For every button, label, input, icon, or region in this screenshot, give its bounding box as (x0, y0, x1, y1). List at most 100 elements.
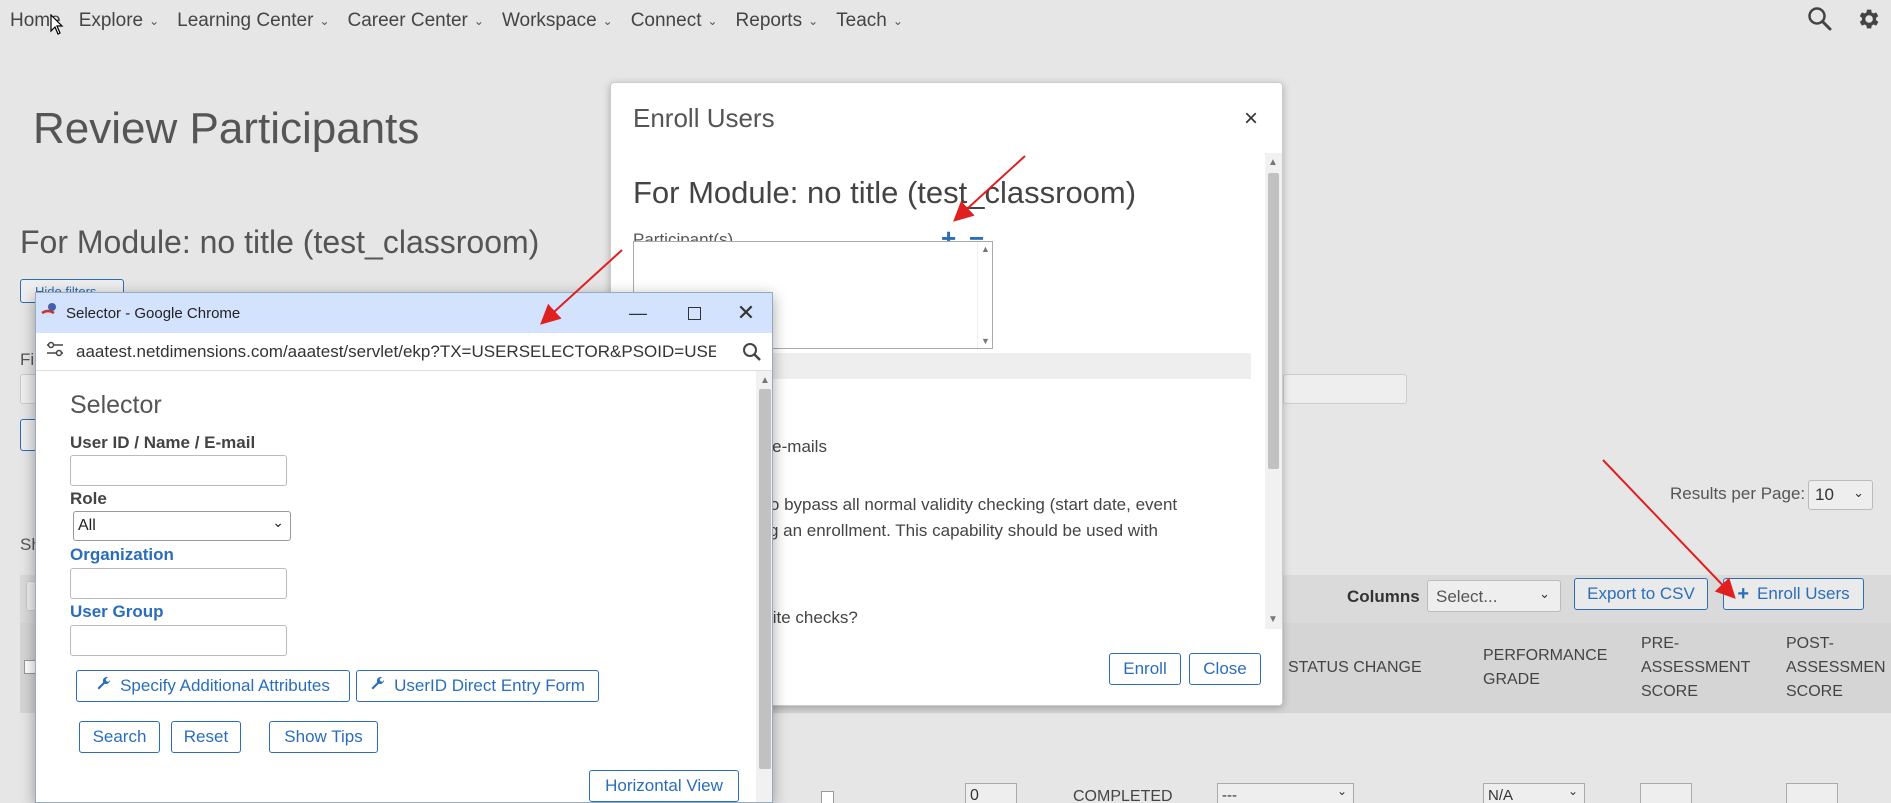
columns-select-value: Select... (1436, 587, 1498, 606)
chevron-down-icon: ⌄ (1567, 784, 1578, 798)
userid-label: User ID / Name / E-mail (70, 433, 256, 452)
row-status-select-value: --- (1222, 787, 1237, 803)
results-per-page-select[interactable]: 10 ⌄ (1808, 480, 1873, 510)
th-performance-grade[interactable]: PERFORMANCE GRADE (1483, 644, 1607, 692)
user-group-input[interactable] (70, 625, 287, 656)
scroll-up-icon[interactable]: ▲ (1268, 157, 1278, 168)
direct-entry-button[interactable]: UserID Direct Entry Form (356, 670, 599, 702)
nav-connect[interactable]: Connect ⌄ (631, 10, 718, 32)
nav-workspace[interactable]: Workspace ⌄ (502, 10, 613, 32)
bypass-text-line2: ting an enrollment. This capability shou… (751, 521, 1158, 540)
nav-explore[interactable]: Explore ⌄ (79, 10, 159, 32)
rpp-value: 10 (1815, 485, 1834, 504)
minimize-icon[interactable]: — (610, 293, 666, 333)
show-tips-button[interactable]: Show Tips (269, 721, 378, 753)
chevron-down-icon: ⌄ (473, 14, 484, 28)
nav-career-center[interactable]: Career Center ⌄ (348, 10, 484, 32)
organization-link[interactable]: Organization (70, 545, 174, 565)
nav-teach[interactable]: Teach ⌄ (836, 10, 903, 32)
export-csv-label: Export to CSV (1587, 584, 1695, 603)
popup-window-title: Selector - Google Chrome (66, 304, 241, 322)
enroll-users-label: Enroll Users (1757, 584, 1850, 603)
popup-scroll-thumb[interactable] (759, 389, 771, 769)
page-subtitle: For Module: no title (test_classroom) (20, 224, 540, 260)
reset-button-label: Reset (183, 727, 229, 746)
plus-icon: + (1737, 582, 1750, 605)
popup-scrollbar[interactable]: ▲ (756, 371, 772, 802)
popup-url-text[interactable]: aaatest.netdimensions.com/aaatest/servle… (76, 342, 716, 362)
scroll-down-icon[interactable]: ▼ (981, 336, 990, 346)
row-post-score-input[interactable] (1786, 783, 1838, 803)
nav-learning-center[interactable]: Learning Center ⌄ (177, 10, 329, 32)
horizontal-view-label: Horizontal View (605, 776, 723, 795)
maximize-icon[interactable] (666, 293, 722, 333)
nav-reports[interactable]: Reports ⌄ (736, 10, 819, 32)
filter-label-fragment: Fi (20, 350, 35, 369)
enroll-users-button[interactable]: + Enroll Users (1723, 578, 1864, 610)
th-pre-line3: SCORE (1641, 683, 1698, 700)
columns-select[interactable]: Select... ⌄ (1427, 580, 1561, 612)
th-status-change[interactable]: STATUS CHANGE (1288, 656, 1422, 680)
role-select[interactable]: All ⌄ (73, 511, 291, 541)
site-settings-icon[interactable] (46, 341, 64, 362)
popup-url-bar[interactable]: aaatest.netdimensions.com/aaatest/servle… (36, 333, 772, 371)
role-label: Role (70, 489, 107, 508)
modal-title: Enroll Users (633, 103, 775, 133)
row-num-value: 0 (970, 787, 979, 803)
chevron-down-icon: ⌄ (602, 14, 613, 28)
enroll-button[interactable]: Enroll (1109, 653, 1181, 685)
row-checkbox[interactable] (821, 791, 834, 803)
horizontal-view-button[interactable]: Horizontal View (589, 770, 739, 802)
chevron-down-icon: ⌄ (1853, 485, 1864, 500)
chrome-logo-icon (40, 301, 60, 326)
nav-learning-center-label: Learning Center (177, 10, 314, 31)
search-button[interactable]: Search (79, 721, 160, 753)
popup-titlebar[interactable]: Selector - Google Chrome — ✕ (36, 293, 772, 333)
organization-input[interactable] (70, 568, 287, 599)
chevron-down-icon: ⌄ (892, 14, 903, 28)
th-post-assessment[interactable]: POST- ASSESSMEN SCORE (1786, 632, 1891, 704)
top-nav: Home Explore ⌄ Learning Center ⌄ Career Ce… (0, 0, 1891, 42)
chevron-down-icon: ⌄ (319, 14, 330, 28)
modal-scroll-thumb[interactable] (1268, 173, 1279, 469)
role-select-value: All (78, 517, 96, 534)
selector-heading: Selector (70, 391, 162, 419)
chevron-down-icon: ⌄ (272, 514, 284, 530)
chevron-down-icon: ⌄ (808, 14, 819, 28)
direct-entry-label: UserID Direct Entry Form (394, 676, 585, 695)
scroll-down-icon[interactable]: ▼ (1268, 614, 1278, 625)
th-post-line3: SCORE (1786, 683, 1843, 700)
listbox-scrollbar[interactable]: ▲ ▼ (977, 242, 992, 348)
th-pre-assessment[interactable]: PRE- ASSESSMENT SCORE (1641, 632, 1750, 704)
close-icon[interactable]: ✕ (718, 293, 772, 333)
close-button[interactable]: Close (1189, 653, 1261, 685)
user-group-link[interactable]: User Group (70, 602, 164, 622)
close-icon[interactable]: × (1244, 105, 1258, 133)
row-status: COMPLETED (1073, 788, 1173, 803)
specify-attributes-button[interactable]: Specify Additional Attributes (76, 670, 350, 702)
nav-career-center-label: Career Center (347, 10, 468, 31)
export-csv-button[interactable]: Export to CSV (1574, 578, 1708, 610)
zoom-icon[interactable] (742, 342, 762, 367)
search-button-label: Search (92, 727, 147, 746)
chevron-down-icon: ⌄ (149, 14, 160, 28)
filter-input-right[interactable] (1283, 374, 1407, 404)
reset-button[interactable]: Reset (171, 721, 241, 753)
row-num-input[interactable]: 0 (965, 783, 1017, 803)
wrench-icon (96, 676, 112, 697)
enroll-button-label: Enroll (1123, 659, 1167, 678)
results-per-page-label: Results per Page: (1670, 484, 1806, 503)
row-status-select[interactable]: --- ⌄ (1217, 783, 1354, 803)
userid-input[interactable] (70, 455, 287, 486)
modal-scrollbar[interactable]: ▲ ▼ (1265, 153, 1282, 629)
row-pre-score-input[interactable] (1640, 783, 1692, 803)
scroll-up-icon[interactable]: ▲ (760, 375, 770, 386)
row-grade-select[interactable]: N/A ⌄ (1483, 783, 1585, 803)
mouse-cursor-icon (50, 14, 64, 35)
nav-workspace-label: Workspace (501, 10, 597, 31)
specify-attributes-label: Specify Additional Attributes (120, 676, 330, 695)
gear-icon[interactable] (1855, 6, 1881, 37)
th-performance-line2: GRADE (1483, 671, 1540, 688)
search-icon[interactable] (1807, 6, 1833, 37)
scroll-up-icon[interactable]: ▲ (981, 244, 990, 254)
